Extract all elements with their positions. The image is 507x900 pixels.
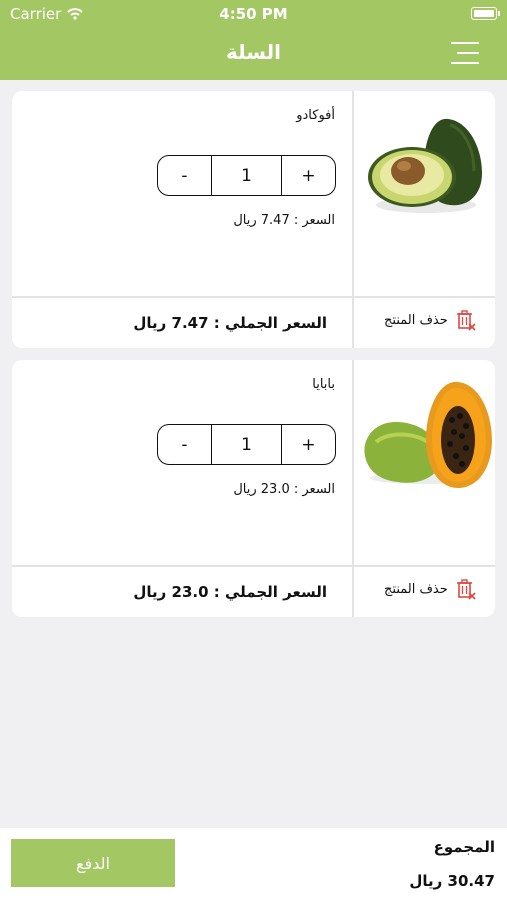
delete-product-label: حذف المنتج — [384, 312, 448, 328]
unit-price: السعر : 7.47 ريال — [233, 213, 335, 228]
line-total: السعر الجملي : 7.47 ريال — [133, 314, 327, 332]
total-label: المجموع — [433, 838, 495, 856]
delete-product-button[interactable]: حذف المنتج — [384, 309, 476, 331]
battery-icon — [471, 7, 500, 20]
product-name: أفوكادو — [296, 108, 335, 123]
trash-icon — [456, 310, 476, 331]
clock: 4:50 PM — [219, 5, 288, 23]
product-name: بابايا — [312, 377, 335, 392]
pay-button[interactable]: الدفع — [11, 839, 175, 887]
papaya-image — [364, 381, 492, 488]
delete-product-button[interactable]: حذف المنتج — [384, 578, 476, 600]
unit-price: السعر : 23.0 ريال — [233, 482, 335, 497]
checkout-bar: الدفع المجموع 30.47 ريال — [0, 828, 507, 900]
menu-icon[interactable] — [451, 42, 479, 64]
page-title: السلة — [225, 40, 281, 64]
quantity-stepper: - 1 + — [157, 155, 336, 196]
quantity-stepper: - 1 + — [157, 424, 336, 465]
decrease-button[interactable]: - — [158, 156, 212, 195]
status-bar: Carrier 4:50 PM — [0, 0, 507, 28]
column-divider — [352, 360, 354, 617]
nav-bar: Carrier 4:50 PM السلة — [0, 0, 507, 80]
increase-button[interactable]: + — [281, 425, 335, 464]
row-divider — [12, 565, 495, 567]
increase-button[interactable]: + — [281, 156, 335, 195]
trash-icon — [456, 579, 476, 600]
avocado-image — [368, 118, 482, 213]
quantity-value: 1 — [241, 434, 252, 455]
total-value: 30.47 ريال — [409, 872, 495, 890]
column-divider — [352, 91, 354, 348]
cart-item: بابايا - 1 + السعر : 23.0 ريال السعر الج… — [12, 360, 495, 617]
row-divider — [12, 296, 495, 298]
line-total: السعر الجملي : 23.0 ريال — [133, 583, 327, 601]
decrease-button[interactable]: - — [158, 425, 212, 464]
cart-item: أفوكادو - 1 + السعر : 7.47 ريال السعر ال… — [12, 91, 495, 348]
quantity-value: 1 — [241, 165, 252, 186]
delete-product-label: حذف المنتج — [384, 581, 448, 597]
